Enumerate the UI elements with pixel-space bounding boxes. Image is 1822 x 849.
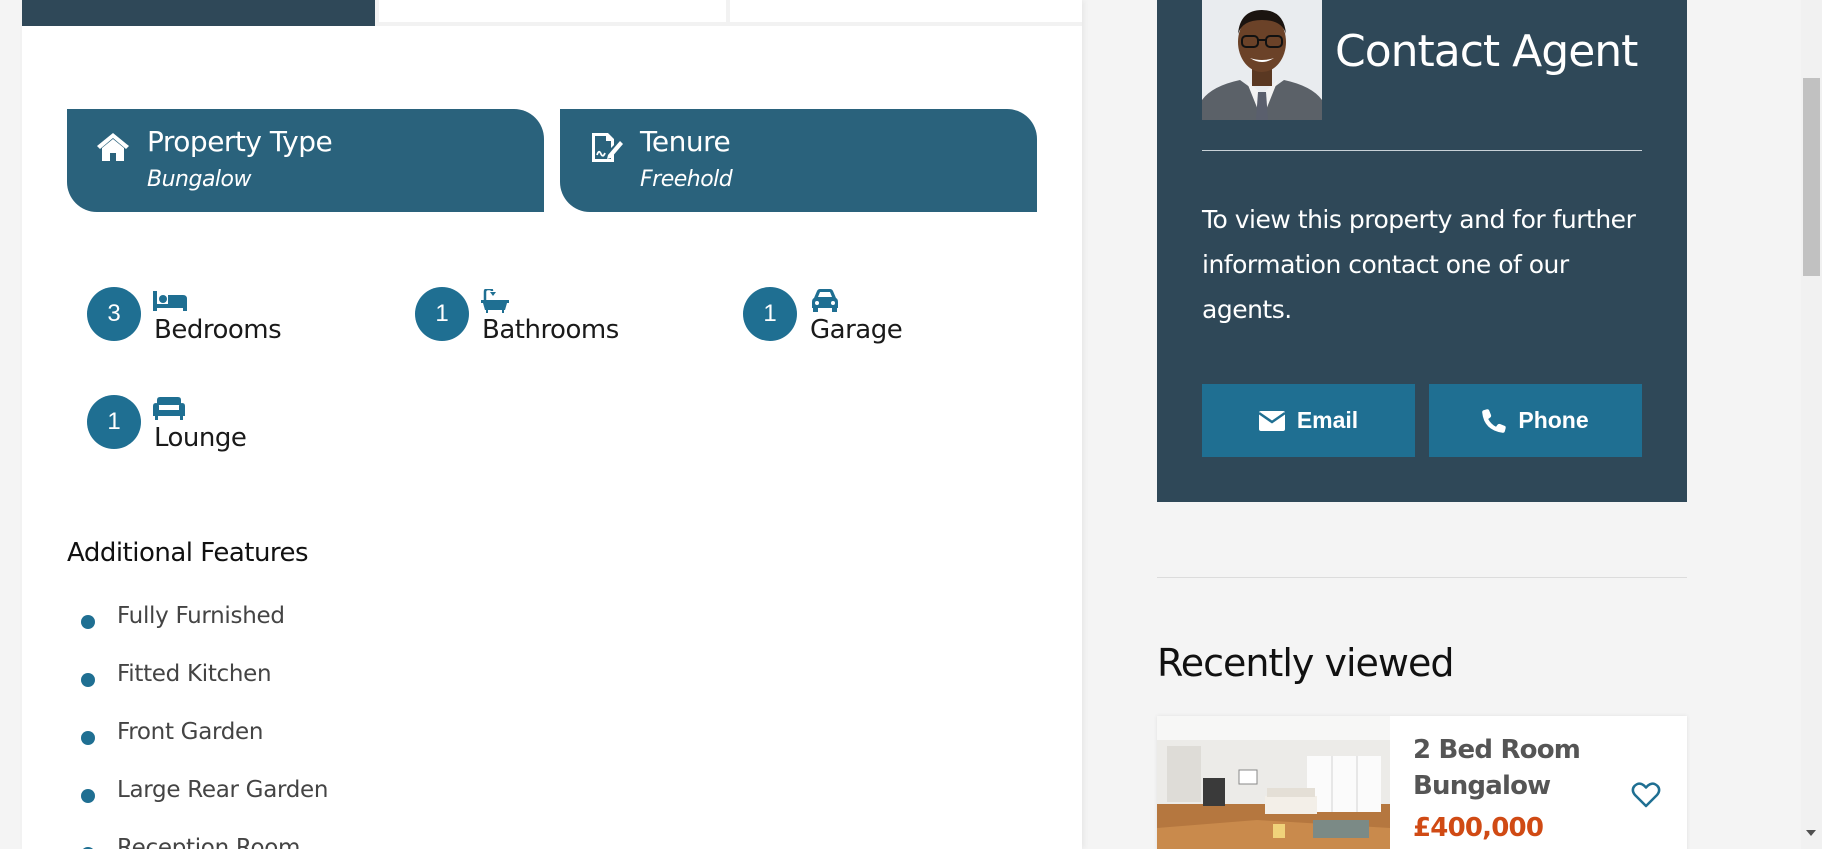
envelope-icon: [1258, 410, 1285, 431]
recent-property-name[interactable]: 2 Bed Room Bungalow: [1413, 732, 1583, 804]
bathrooms-count: 1: [415, 287, 469, 341]
property-type-value: Bungalow: [147, 167, 252, 192]
signature-icon: [592, 133, 623, 162]
agent-photo: [1202, 0, 1322, 120]
scroll-down-icon[interactable]: [1806, 830, 1816, 836]
phone-icon: [1482, 408, 1507, 433]
bathrooms-spec: 1 Bathrooms: [415, 287, 715, 347]
bedrooms-label: Bedrooms: [154, 315, 282, 345]
feature-text: Large Rear Garden: [117, 777, 329, 803]
lounge-label: Lounge: [154, 423, 247, 453]
bedrooms-spec: 3 Bedrooms: [87, 287, 387, 347]
email-button-label: Email: [1296, 407, 1359, 433]
bullet-icon: [81, 673, 95, 687]
heart-icon[interactable]: [1631, 780, 1661, 810]
features-title: Additional Features: [67, 538, 309, 568]
car-icon: [812, 289, 838, 312]
property-type-pill: Property Type Bungalow: [67, 109, 544, 212]
tab-third[interactable]: [730, 0, 1082, 22]
scrollbar-thumb[interactable]: [1803, 78, 1820, 276]
feature-text: Front Garden: [117, 719, 264, 745]
bathrooms-label: Bathrooms: [482, 315, 619, 345]
scrollbar[interactable]: [1801, 0, 1822, 849]
divider: [1157, 577, 1687, 578]
lounge-spec: 1 Lounge: [87, 395, 387, 455]
home-icon: [97, 133, 129, 161]
phone-button-label: Phone: [1518, 407, 1589, 433]
bedrooms-count: 3: [87, 287, 141, 341]
agent-description: To view this property and for further in…: [1202, 205, 1636, 324]
feature-text: Reception Room: [117, 835, 301, 849]
feature-text: Fitted Kitchen: [117, 661, 272, 687]
bullet-icon: [81, 789, 95, 803]
tenure-label: Tenure: [640, 125, 731, 158]
recently-viewed-title: Recently viewed: [1157, 641, 1454, 685]
bullet-icon: [81, 731, 95, 745]
bath-icon: [481, 289, 509, 313]
tab-active[interactable]: [22, 0, 375, 26]
bed-icon: [153, 291, 187, 311]
email-button[interactable]: Email: [1202, 384, 1415, 457]
property-type-label: Property Type: [147, 125, 333, 158]
property-thumbnail[interactable]: [1157, 716, 1390, 849]
recent-property-price: £400,000: [1413, 813, 1544, 843]
tab-second[interactable]: [379, 0, 726, 22]
divider: [1202, 150, 1642, 151]
bullet-icon: [81, 615, 95, 629]
tenure-value: Freehold: [640, 167, 733, 192]
garage-count: 1: [743, 287, 797, 341]
tab-bar: [22, 0, 1082, 26]
tenure-pill: Tenure Freehold: [560, 109, 1037, 212]
property-details-panel: Property Type Bungalow Tenure Freehold 3…: [22, 0, 1082, 849]
garage-spec: 1 Garage: [743, 287, 1043, 347]
recent-property-card[interactable]: 2 Bed Room Bungalow £400,000: [1157, 716, 1687, 849]
feature-text: Fully Furnished: [117, 603, 285, 629]
agent-title: Contact Agent: [1335, 26, 1638, 77]
phone-button[interactable]: Phone: [1429, 384, 1642, 457]
contact-agent-panel: Contact Agent To view this property and …: [1157, 0, 1687, 502]
garage-label: Garage: [810, 315, 903, 345]
lounge-count: 1: [87, 395, 141, 449]
sofa-icon: [153, 397, 185, 420]
